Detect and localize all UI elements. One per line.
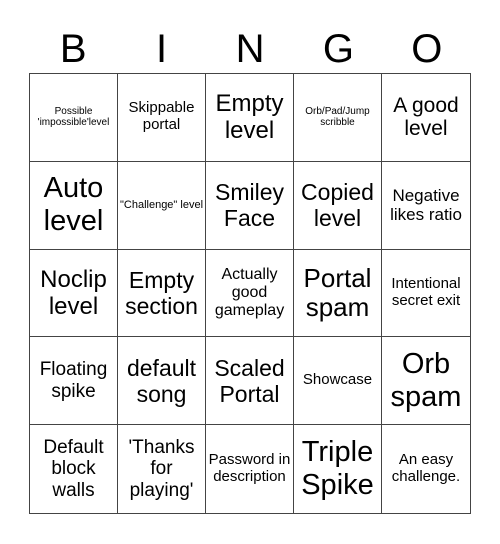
bingo-cell[interactable]: "Challenge" level	[118, 161, 206, 250]
header-letter-i: I	[156, 27, 168, 71]
header-letter-b: B	[59, 27, 87, 71]
bingo-cell[interactable]: Smiley Face	[206, 161, 294, 250]
bingo-cell[interactable]: 'Thanks for playing'	[118, 425, 206, 513]
bingo-grid: Possible 'impossible'level Skippable por…	[29, 73, 471, 514]
bingo-cell[interactable]: Scaled Portal	[206, 337, 294, 426]
bingo-cell[interactable]: Orb spam	[382, 337, 470, 426]
bingo-cell[interactable]: Negative likes ratio	[382, 162, 470, 250]
bingo-cell[interactable]: A good level	[382, 74, 470, 162]
bingo-cell[interactable]: Orb/Pad/Jump scribble	[294, 74, 382, 162]
bingo-cell[interactable]: default song	[118, 337, 206, 426]
bingo-cell[interactable]: Possible 'impossible'level	[30, 74, 118, 162]
bingo-cell[interactable]: Empty section	[118, 249, 206, 338]
bingo-cell[interactable]: Noclip level	[30, 249, 118, 338]
header-letter-g: G	[322, 27, 354, 71]
bingo-cell[interactable]: Empty level	[206, 74, 294, 162]
bingo-cell[interactable]: Password in description	[206, 425, 294, 513]
bingo-cell[interactable]: Copied level	[294, 161, 382, 250]
bingo-cell[interactable]: Skippable portal	[118, 74, 206, 162]
bingo-cell[interactable]: Floating spike	[30, 337, 118, 426]
header-letter-o: O	[411, 27, 443, 71]
bingo-header: B I N G O	[29, 26, 471, 72]
bingo-cell[interactable]: Triple Spike	[294, 425, 382, 513]
bingo-cell[interactable]: Showcase	[294, 337, 382, 426]
bingo-cell[interactable]: Auto level	[30, 161, 118, 250]
bingo-cell[interactable]: Actually good gameplay	[206, 249, 294, 338]
bingo-cell[interactable]: Intentional secret exit	[382, 250, 470, 338]
bingo-cell[interactable]: Portal spam	[294, 249, 382, 338]
header-letter-n: N	[235, 27, 265, 71]
bingo-cell[interactable]: An easy challenge.	[382, 425, 470, 513]
bingo-cell[interactable]: Default block walls	[30, 425, 118, 513]
